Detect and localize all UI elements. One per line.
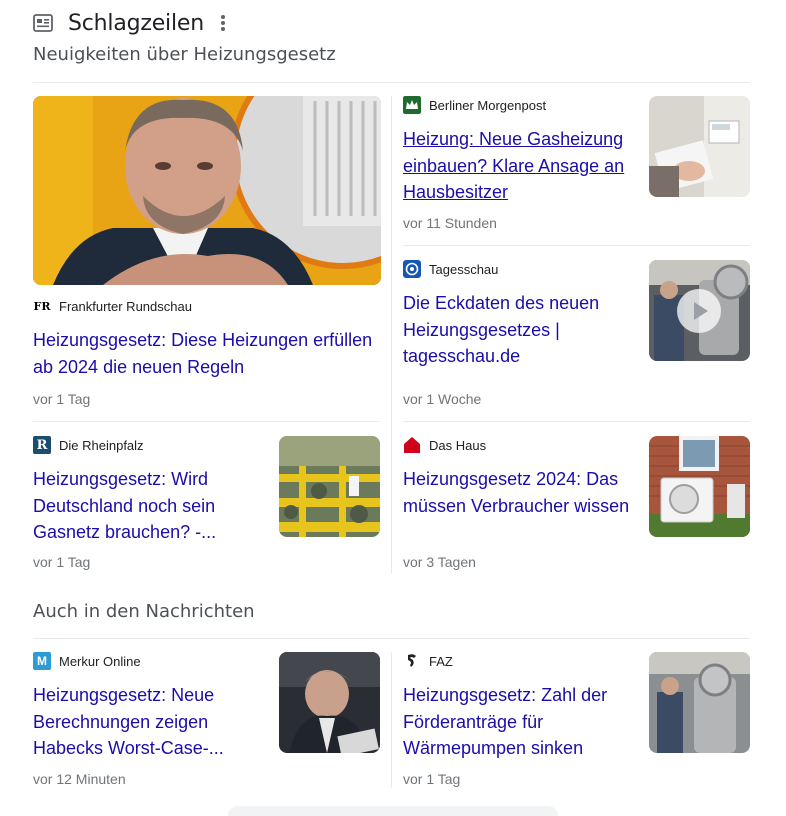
article-card: Tagesschau Die Eckdaten des neuen Heizun… bbox=[403, 260, 633, 370]
article-card: FAZ Heizungsgesetz: Zahl der Förderanträ… bbox=[403, 652, 633, 762]
article-source: Berliner Morgenpost bbox=[403, 96, 633, 114]
divider bbox=[33, 82, 750, 83]
article-card: FR Frankfurter Rundschau Heizungsgesetz:… bbox=[33, 297, 383, 380]
source-name: Das Haus bbox=[429, 437, 487, 453]
tagesschau-icon bbox=[403, 260, 421, 278]
article-image-hero[interactable] bbox=[33, 96, 381, 285]
source-name: Frankfurter Rundschau bbox=[59, 298, 192, 314]
section-header: Schlagzeilen bbox=[33, 8, 226, 38]
newspaper-icon bbox=[33, 14, 53, 32]
column-divider bbox=[391, 96, 392, 574]
topic-heading: Neuigkeiten über Heizungsgesetz bbox=[33, 44, 336, 65]
merkur-online-icon: M bbox=[33, 652, 51, 670]
more-vert-icon[interactable] bbox=[220, 15, 226, 31]
article-source: Das Haus bbox=[403, 436, 638, 454]
article-source: Tagesschau bbox=[403, 260, 633, 278]
divider bbox=[403, 421, 750, 422]
divider bbox=[403, 245, 750, 246]
article-video-thumbnail[interactable] bbox=[649, 260, 750, 361]
article-headline-link[interactable]: Heizungsgesetz: Neue Berechnungen zeigen… bbox=[33, 682, 263, 762]
house-icon bbox=[404, 437, 420, 453]
article-thumbnail[interactable] bbox=[649, 436, 750, 537]
source-name: Berliner Morgenpost bbox=[429, 97, 547, 113]
article-time: vor 12 Minuten bbox=[33, 771, 126, 787]
article-time: vor 1 Woche bbox=[403, 391, 482, 407]
divider bbox=[33, 421, 380, 422]
frankfurter-rundschau-icon: FR bbox=[33, 297, 51, 315]
more-news-button[interactable] bbox=[228, 806, 558, 816]
article-card: Das Haus Heizungsgesetz 2024: Das müssen… bbox=[403, 436, 638, 519]
article-headline-link[interactable]: Heizungsgesetz: Zahl der Förderanträge f… bbox=[403, 682, 633, 762]
article-time: vor 1 Tag bbox=[33, 554, 91, 570]
also-in-news-heading: Auch in den Nachrichten bbox=[33, 601, 255, 622]
article-headline-link[interactable]: Heizungsgesetz 2024: Das müssen Verbrauc… bbox=[403, 466, 638, 519]
article-headline-link[interactable]: Heizung: Neue Gasheizung einbauen? Klare… bbox=[403, 126, 633, 206]
article-card: R Die Rheinpfalz Heizungsgesetz: Wird De… bbox=[33, 436, 263, 546]
article-thumbnail[interactable] bbox=[649, 96, 750, 197]
source-name: Tagesschau bbox=[429, 261, 499, 277]
section-title: Schlagzeilen bbox=[68, 10, 204, 36]
rheinpfalz-icon: R bbox=[33, 436, 51, 454]
source-name: FAZ bbox=[429, 653, 453, 669]
article-time: vor 3 Tagen bbox=[403, 554, 476, 570]
article-thumbnail[interactable] bbox=[279, 436, 380, 537]
play-icon[interactable] bbox=[677, 289, 721, 333]
faz-icon bbox=[403, 652, 421, 670]
article-headline-link[interactable]: Heizungsgesetz: Wird Deutschland noch se… bbox=[33, 466, 263, 546]
article-time: vor 11 Stunden bbox=[403, 215, 497, 231]
article-thumbnail[interactable] bbox=[279, 652, 380, 753]
article-headline-link[interactable]: Die Eckdaten des neuen Heizungsgesetzes … bbox=[403, 290, 633, 370]
berliner-morgenpost-icon bbox=[403, 96, 421, 114]
article-source: M Merkur Online bbox=[33, 652, 263, 670]
article-source: FAZ bbox=[403, 652, 633, 670]
article-source: FR Frankfurter Rundschau bbox=[33, 297, 383, 315]
article-time: vor 1 Tag bbox=[403, 771, 461, 787]
divider bbox=[33, 638, 750, 639]
source-name: Merkur Online bbox=[59, 653, 141, 669]
column-divider bbox=[391, 652, 392, 788]
article-card: M Merkur Online Heizungsgesetz: Neue Ber… bbox=[33, 652, 263, 762]
article-source: R Die Rheinpfalz bbox=[33, 436, 263, 454]
article-card: Berliner Morgenpost Heizung: Neue Gashei… bbox=[403, 96, 633, 206]
source-name: Die Rheinpfalz bbox=[59, 437, 144, 453]
article-headline-link[interactable]: Heizungsgesetz: Diese Heizungen erfüllen… bbox=[33, 327, 383, 380]
article-thumbnail[interactable] bbox=[649, 652, 750, 753]
article-time: vor 1 Tag bbox=[33, 391, 91, 407]
